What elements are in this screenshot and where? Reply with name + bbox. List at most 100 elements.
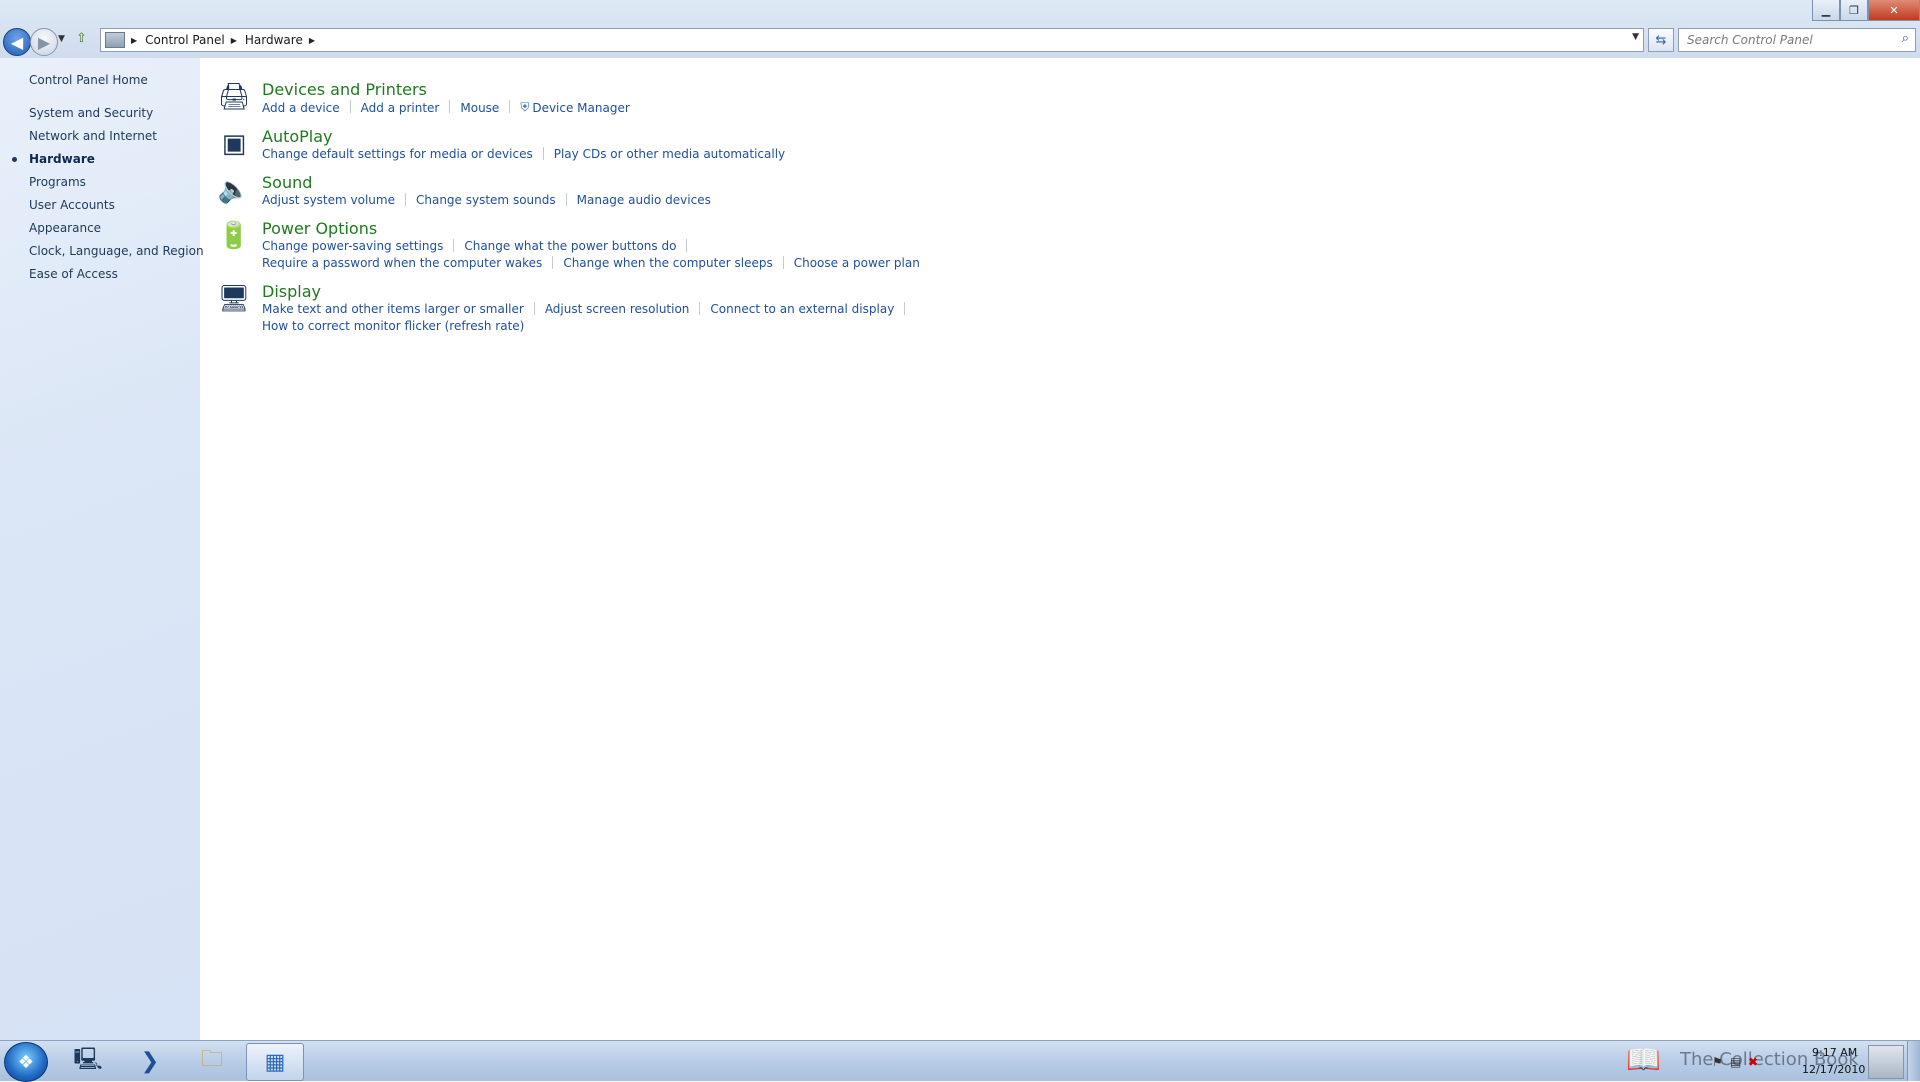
link-separator xyxy=(904,302,906,315)
speaker-icon[interactable]: 🔈 xyxy=(216,173,252,207)
taskbar-control-panel[interactable]: ▦ xyxy=(246,1043,304,1081)
link-correct-monitor-flicker[interactable]: How to correct monitor flicker (refresh … xyxy=(262,319,524,333)
link-change-default-media-settings[interactable]: Change default settings for media or dev… xyxy=(262,147,533,161)
nav-programs[interactable]: Programs xyxy=(29,175,86,189)
monitor-icon[interactable]: 🖥 xyxy=(216,282,252,316)
arrow-right-icon: ▶ xyxy=(37,32,51,52)
nav-ease-of-access[interactable]: Ease of Access xyxy=(29,267,118,281)
link-adjust-screen-resolution[interactable]: Adjust screen resolution xyxy=(545,302,690,316)
link-change-power-saving-settings[interactable]: Change power-saving settings xyxy=(262,239,443,253)
link-device-manager-label: Device Manager xyxy=(532,100,630,115)
battery-icon[interactable]: 🔋 xyxy=(216,219,252,253)
refresh-icon: ⇆ xyxy=(1655,32,1667,48)
task-links: Require a password when the computer wak… xyxy=(262,256,920,270)
show-desktop-button[interactable] xyxy=(1907,1041,1920,1081)
link-play-cds-automatically[interactable]: Play CDs or other media automatically xyxy=(554,147,785,161)
link-change-system-sounds[interactable]: Change system sounds xyxy=(416,193,556,207)
refresh-button[interactable]: ⇆ xyxy=(1648,28,1674,52)
recent-pages-dropdown[interactable]: ▼ xyxy=(58,34,65,44)
link-separator xyxy=(686,239,688,252)
link-separator xyxy=(699,302,701,315)
link-separator xyxy=(542,147,544,160)
up-folder-icon[interactable]: ⇧ xyxy=(76,31,92,47)
category-title[interactable]: AutoPlay xyxy=(262,127,333,146)
control-panel-icon xyxy=(105,32,125,48)
link-separator xyxy=(552,256,554,269)
minimize-button[interactable]: ▁ xyxy=(1812,0,1840,21)
start-button[interactable]: ❖ xyxy=(4,1042,48,1082)
nav-hardware: Hardware xyxy=(29,152,95,166)
link-add-device[interactable]: Add a device xyxy=(262,100,340,115)
folder-icon: 🗀 xyxy=(200,1047,223,1072)
task-links: Make text and other items larger or smal… xyxy=(262,302,915,316)
search-input[interactable] xyxy=(1685,32,1889,48)
task-links: Add a device Add a printer Mouse ⛨ Device… xyxy=(262,100,630,115)
restore-button[interactable]: ❐ xyxy=(1840,0,1868,21)
link-adjust-system-volume[interactable]: Adjust system volume xyxy=(262,193,395,207)
system-tray: 📖 The Collection Book ⚑ ▤ ✖ 9:17 AM 12/1… xyxy=(1626,1041,1920,1081)
nav-user-accounts[interactable]: User Accounts xyxy=(29,198,115,212)
taskbar-explorer[interactable]: 🗀 xyxy=(184,1043,240,1079)
category-title[interactable]: Sound xyxy=(262,173,312,192)
network-icon[interactable]: ▤ xyxy=(1730,1055,1741,1069)
left-nav-pane: Control Panel Home System and Security N… xyxy=(0,58,204,1040)
link-choose-power-plan[interactable]: Choose a power plan xyxy=(794,256,920,270)
task-links: Change default settings for media or dev… xyxy=(262,147,785,161)
user-thumbnail xyxy=(1868,1045,1904,1079)
link-separator xyxy=(533,302,535,315)
link-separator xyxy=(453,239,455,252)
nav-system-and-security[interactable]: System and Security xyxy=(29,106,153,120)
link-change-sleep-time[interactable]: Change when the computer sleeps xyxy=(563,256,772,270)
powershell-icon: ❯ xyxy=(140,1048,160,1074)
link-separator xyxy=(565,193,567,206)
window-controls: ▁ ❐ ✕ xyxy=(1812,0,1920,21)
link-connect-external-display[interactable]: Connect to an external display xyxy=(710,302,894,316)
arrow-left-icon: ◀ xyxy=(10,32,24,52)
task-links: Change power-saving settings Change what… xyxy=(262,239,697,253)
category-title[interactable]: Power Options xyxy=(262,219,377,238)
breadcrumb-chevron-icon[interactable]: ▶ xyxy=(309,36,315,45)
breadcrumb-hardware[interactable]: Hardware xyxy=(245,33,303,47)
link-manage-audio-devices[interactable]: Manage audio devices xyxy=(577,193,711,207)
nav-network-and-internet[interactable]: Network and Internet xyxy=(29,129,157,143)
link-device-manager[interactable]: ⛨ Device Manager xyxy=(520,100,629,115)
link-mouse[interactable]: Mouse xyxy=(460,100,499,115)
action-center-flag-icon[interactable]: ⚑ xyxy=(1712,1055,1723,1069)
uac-shield-icon: ⛨ xyxy=(520,100,530,114)
window-titlebar: ▁ ❐ ✕ ◀ ▶ ▼ ⇧ ▶ Control Panel ▶ Hardware… xyxy=(0,0,1920,58)
nav-appearance[interactable]: Appearance xyxy=(29,221,101,235)
link-change-power-buttons[interactable]: Change what the power buttons do xyxy=(464,239,676,253)
breadcrumb-chevron-icon[interactable]: ▶ xyxy=(231,36,237,45)
close-button[interactable]: ✕ xyxy=(1868,0,1920,21)
breadcrumb-chevron-icon[interactable]: ▶ xyxy=(131,36,137,45)
link-separator xyxy=(449,100,451,113)
search-icon[interactable]: ⌕ xyxy=(1902,31,1909,46)
taskbar-powershell[interactable]: ❯ xyxy=(122,1043,178,1079)
link-make-text-larger[interactable]: Make text and other items larger or smal… xyxy=(262,302,524,316)
printer-icon[interactable]: 🖨 xyxy=(216,80,252,114)
category-title[interactable]: Devices and Printers xyxy=(262,80,427,99)
link-add-printer[interactable]: Add a printer xyxy=(361,100,440,115)
link-separator xyxy=(404,193,406,206)
link-separator xyxy=(782,256,784,269)
link-require-password-on-wake[interactable]: Require a password when the computer wak… xyxy=(262,256,542,270)
nav-clock-language-region[interactable]: Clock, Language, and Region xyxy=(29,244,204,258)
search-box[interactable]: ⌕ xyxy=(1678,28,1916,52)
clock-date[interactable]: 12/17/2010 xyxy=(1802,1063,1865,1076)
clock-time[interactable]: 9:17 AM xyxy=(1812,1046,1857,1059)
address-bar[interactable]: ▶ Control Panel ▶ Hardware ▶ ▼ xyxy=(100,28,1644,52)
forward-button[interactable]: ▶ xyxy=(30,28,58,56)
breadcrumb-control-panel[interactable]: Control Panel xyxy=(145,33,225,47)
back-button[interactable]: ◀ xyxy=(3,28,31,56)
link-separator xyxy=(349,100,351,113)
taskbar-server-manager[interactable]: 🖳 xyxy=(60,1043,116,1079)
address-dropdown-icon[interactable]: ▼ xyxy=(1632,32,1639,42)
current-page-bullet xyxy=(12,157,17,162)
windows-logo-icon: ❖ xyxy=(17,1051,35,1073)
server-manager-icon: 🖳 xyxy=(73,1047,103,1072)
link-separator xyxy=(509,100,511,113)
autoplay-icon[interactable]: ▣ xyxy=(216,127,252,161)
category-title[interactable]: Display xyxy=(262,282,321,301)
nav-control-panel-home[interactable]: Control Panel Home xyxy=(29,73,148,87)
volume-muted-icon[interactable]: ✖ xyxy=(1748,1055,1758,1069)
